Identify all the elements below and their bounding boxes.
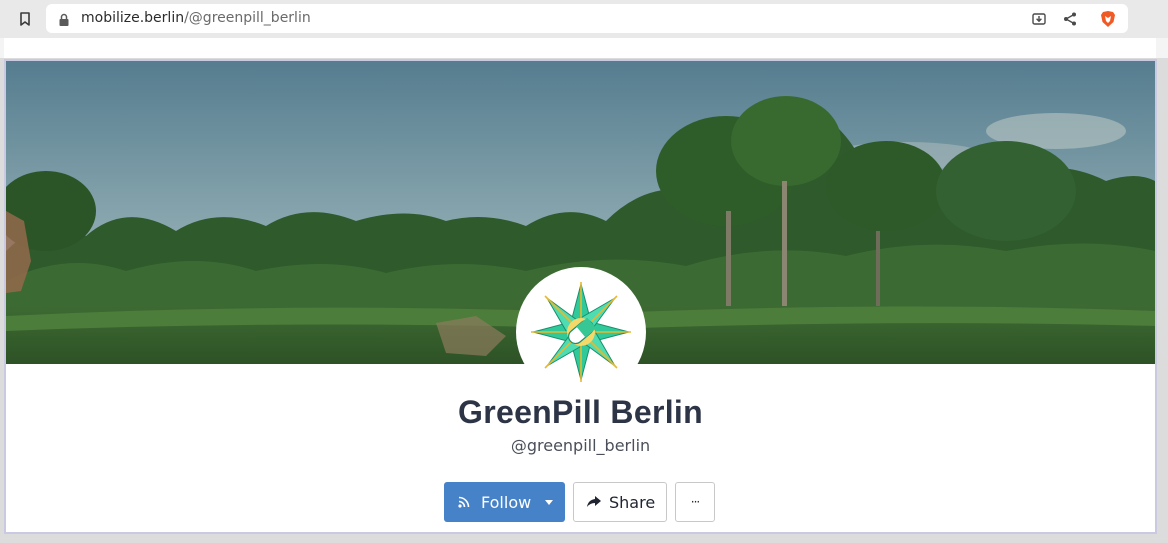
profile-avatar[interactable] bbox=[516, 267, 646, 397]
bookmark-icon[interactable] bbox=[14, 8, 36, 30]
install-app-icon[interactable] bbox=[1030, 10, 1048, 28]
share-arrow-icon bbox=[587, 496, 601, 508]
share-button[interactable]: Share bbox=[573, 482, 667, 522]
profile-card: GreenPill Berlin @greenpill_berlin Follo… bbox=[4, 59, 1157, 534]
page-top-margin bbox=[0, 38, 1168, 58]
profile-handle: @greenpill_berlin bbox=[510, 436, 651, 455]
follow-label: Follow bbox=[481, 492, 532, 512]
lock-icon bbox=[58, 12, 70, 26]
ellipsis-icon: ··· bbox=[690, 495, 701, 509]
url-text[interactable]: mobilize.berlin/@greenpill_berlin bbox=[81, 10, 311, 26]
browser-toolbar: mobilize.berlin/@greenpill_berlin bbox=[0, 0, 1168, 38]
follow-button[interactable]: Follow bbox=[444, 482, 565, 522]
url-path: /@greenpill_berlin bbox=[184, 10, 311, 26]
more-options-button[interactable]: ··· bbox=[675, 482, 715, 522]
profile-name: GreenPill Berlin bbox=[458, 394, 703, 430]
brave-shields-icon[interactable] bbox=[1099, 10, 1117, 28]
share-icon[interactable] bbox=[1061, 10, 1079, 28]
greenpill-star-logo bbox=[531, 282, 631, 382]
url-domain: mobilize.berlin bbox=[81, 10, 185, 26]
address-bar[interactable]: mobilize.berlin/@greenpill_berlin bbox=[46, 4, 1128, 33]
share-label: Share bbox=[609, 492, 656, 512]
rss-icon bbox=[458, 496, 470, 508]
chevron-down-icon bbox=[545, 499, 554, 505]
